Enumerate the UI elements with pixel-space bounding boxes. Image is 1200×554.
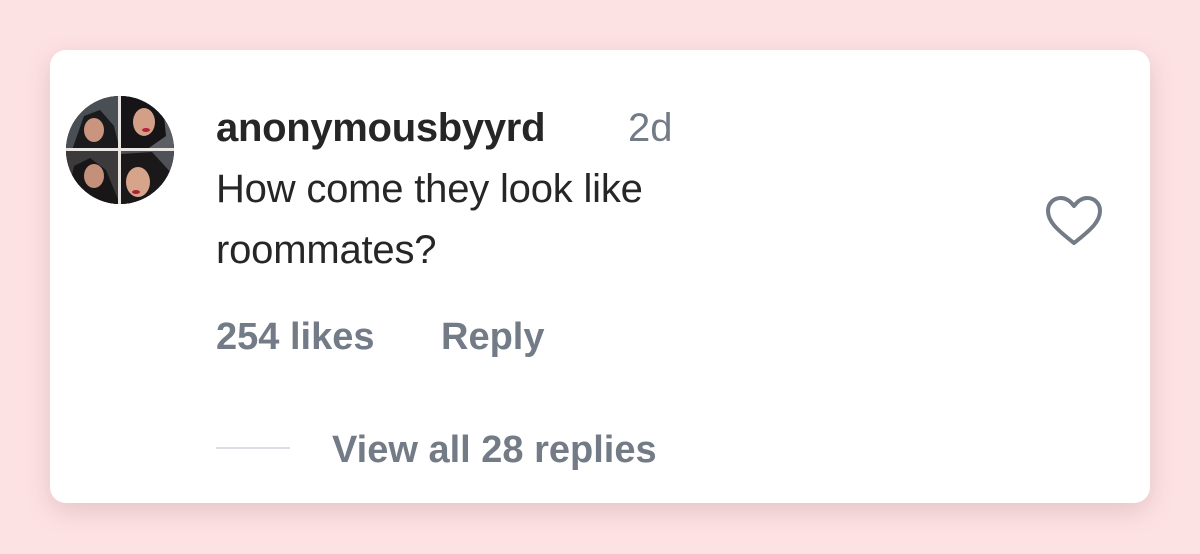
comment-card: anonymousbyyrd 2d How come they look lik…	[50, 50, 1150, 503]
avatar-image	[66, 96, 174, 204]
comment-text-line-1: How come they look like	[216, 167, 643, 211]
like-count[interactable]: 254 likes	[216, 314, 374, 360]
replies-divider	[216, 447, 290, 449]
reply-button[interactable]: Reply	[441, 314, 544, 360]
timestamp: 2d	[628, 106, 673, 150]
view-replies-button[interactable]: View all 28 replies	[332, 427, 657, 473]
username-link[interactable]: anonymousbyyrd	[216, 104, 546, 152]
avatar[interactable]	[66, 96, 174, 204]
heart-icon[interactable]	[1044, 195, 1104, 247]
comment-text-line-2: roommates?	[216, 228, 437, 272]
